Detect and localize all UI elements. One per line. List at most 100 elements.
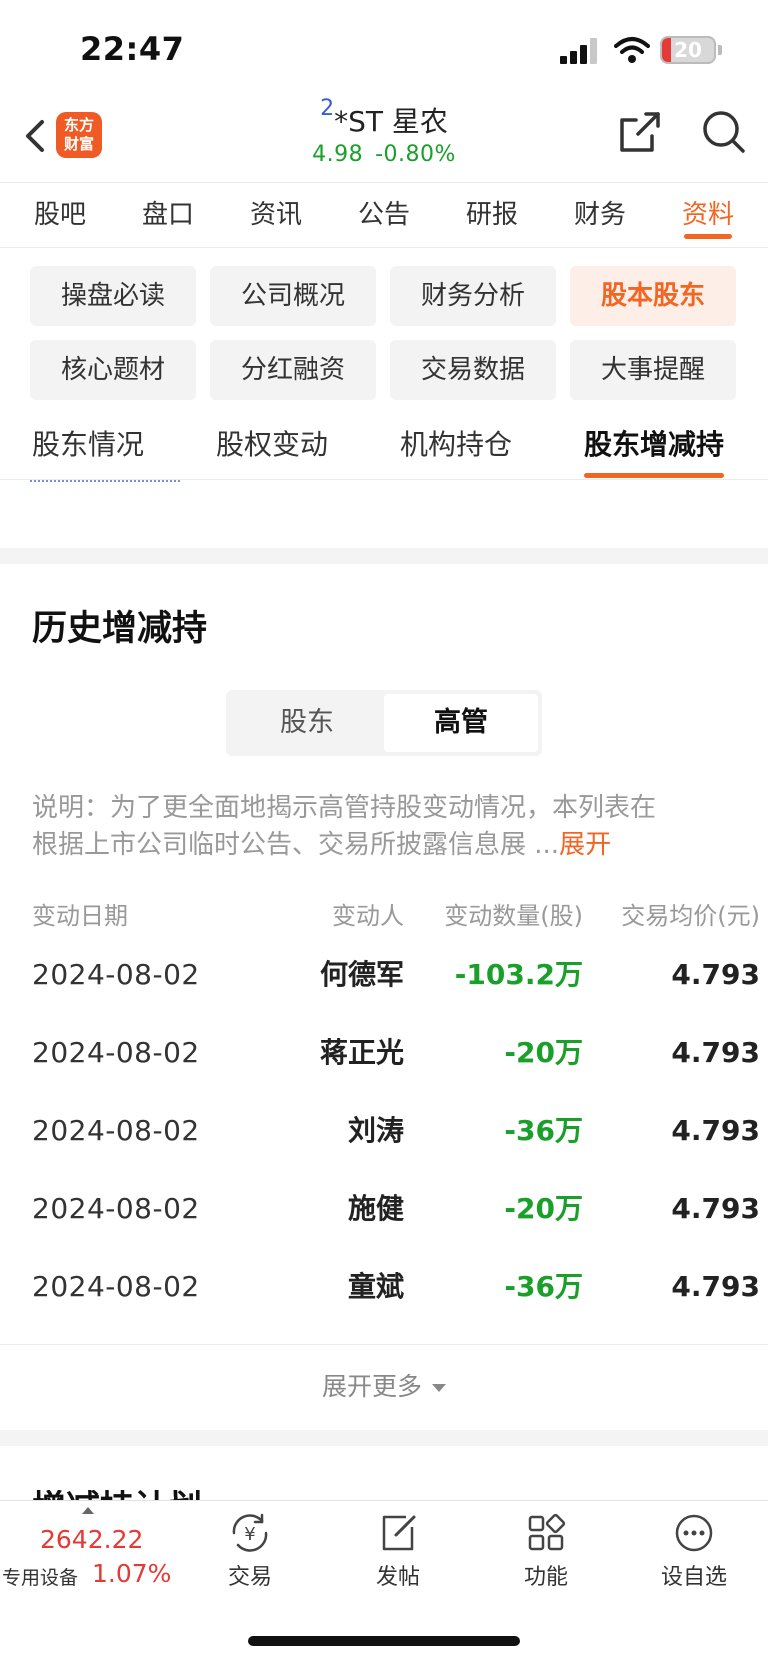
chip-dividends[interactable]: 分红融资 — [210, 340, 376, 400]
section-divider — [0, 1430, 768, 1446]
row-person: 施健 — [347, 1192, 404, 1225]
row-date: 2024-08-02 — [32, 958, 200, 991]
tab-profile[interactable]: 资料 — [654, 183, 762, 247]
stock-name: *ST 星农 — [334, 105, 448, 138]
row-person: 童斌 — [347, 1270, 404, 1303]
col-quantity: 变动数量(股) — [444, 902, 583, 930]
subtab-institutions[interactable]: 机构持仓 — [400, 410, 512, 480]
nav-add-watchlist-label: 设自选 — [660, 1565, 727, 1590]
table-row[interactable]: 2024-08-02 何德军 -103.2万 4.793 — [0, 936, 768, 1014]
logo-text-1: 东方 — [63, 116, 94, 134]
stock-quote: 4.98 -0.80% — [220, 142, 548, 167]
grid-apps-icon — [528, 1513, 566, 1551]
col-person: 变动人 — [332, 902, 404, 930]
subtab-shareholders[interactable]: 股东情况 — [32, 410, 144, 480]
nav-post[interactable]: 发帖 — [338, 1511, 458, 1591]
stock-price: 4.98 — [312, 142, 364, 167]
search-icon[interactable] — [700, 108, 748, 156]
status-time: 22:47 — [80, 30, 185, 68]
expand-description-link[interactable]: 展开 — [559, 830, 611, 860]
caret-down-icon — [432, 1384, 446, 1392]
row-price: 4.793 — [671, 1192, 760, 1225]
nav-post-label: 发帖 — [375, 1565, 420, 1590]
yen-exchange-icon: ¥ — [232, 1513, 268, 1552]
cellular-signal-icon — [560, 38, 600, 64]
description-line-1: 说明：为了更全面地揭示高管持股变动情况，本列表在 — [32, 793, 657, 823]
chip-events[interactable]: 大事提醒 — [570, 340, 736, 400]
chip-trading-data[interactable]: 交易数据 — [390, 340, 556, 400]
svg-text:¥: ¥ — [244, 1524, 255, 1545]
stock-change: -0.80% — [375, 142, 456, 167]
stock-badge: 2 — [320, 96, 335, 121]
table-row[interactable]: 2024-08-02 施健 -20万 4.793 — [0, 1170, 768, 1248]
nav-functions[interactable]: 功能 — [486, 1511, 606, 1591]
col-price: 交易均价(元) — [621, 902, 760, 930]
main-tab-bar: 股吧 盘口 资讯 公告 研报 财务 资料 — [0, 182, 768, 248]
row-date: 2024-08-02 — [32, 1036, 200, 1069]
battery-tip — [718, 45, 722, 55]
sector-index-value: 2642.22 — [40, 1525, 144, 1554]
tab-guba[interactable]: 股吧 — [6, 183, 114, 247]
expand-up-icon — [82, 1507, 94, 1514]
row-person: 蒋正光 — [319, 1036, 404, 1069]
subtab-equity-change[interactable]: 股权变动 — [216, 410, 328, 480]
subtab-holding-changes[interactable]: 股东增减持 — [584, 410, 725, 480]
sector-index-widget[interactable]: 2642.22 专用设备 1.07% — [0, 1501, 176, 1601]
description-line-2: 根据上市公司临时公告、交易所披露信息展 ... — [32, 830, 560, 860]
nav-functions-label: 功能 — [523, 1565, 568, 1590]
row-price: 4.793 — [671, 1270, 760, 1303]
row-quantity: -36万 — [504, 1270, 583, 1303]
sub-tab-bar: 股东情况 股权变动 机构持仓 股东增减持 — [0, 410, 768, 480]
row-person: 刘涛 — [347, 1114, 404, 1147]
row-price: 4.793 — [671, 1114, 760, 1147]
more-dots-icon — [675, 1514, 713, 1552]
row-date: 2024-08-02 — [32, 1192, 200, 1225]
home-indicator[interactable] — [248, 1636, 520, 1646]
battery-level: 20 — [674, 38, 702, 62]
segment-control: 股东 高管 — [226, 690, 542, 756]
section-divider — [0, 548, 768, 564]
wifi-icon — [614, 37, 650, 63]
chip-trading-guide[interactable]: 操盘必读 — [30, 266, 196, 326]
section-title: 历史增减持 — [32, 609, 208, 649]
expand-more-button[interactable]: 展开更多 — [0, 1344, 768, 1430]
segment-shareholders[interactable]: 股东 — [230, 694, 384, 752]
col-date: 变动日期 — [32, 902, 128, 930]
status-bar: 22:47 20 — [0, 0, 768, 100]
nav-add-watchlist[interactable]: 设自选 — [634, 1511, 754, 1591]
tab-research[interactable]: 研报 — [438, 183, 546, 247]
stock-title-block[interactable]: 2*ST 星农 4.98 -0.80% — [220, 96, 548, 167]
tab-news[interactable]: 资讯 — [222, 183, 330, 247]
category-chips: 操盘必读 公司概况 财务分析 股本股东 核心题材 分红融资 交易数据 大事提醒 — [30, 266, 738, 400]
stock-header: 东方 财富 2*ST 星农 4.98 -0.80% — [0, 96, 768, 180]
sector-name: 专用设备 — [2, 1567, 79, 1589]
table-row[interactable]: 2024-08-02 刘涛 -36万 4.793 — [0, 1092, 768, 1170]
nav-trade-label: 交易 — [227, 1565, 272, 1590]
sector-change: 1.07% — [92, 1559, 172, 1588]
tab-announcements[interactable]: 公告 — [330, 183, 438, 247]
row-quantity: -36万 — [504, 1114, 583, 1147]
table-row[interactable]: 2024-08-02 蒋正光 -20万 4.793 — [0, 1014, 768, 1092]
tab-pankou[interactable]: 盘口 — [114, 183, 222, 247]
chip-financial-analysis[interactable]: 财务分析 — [390, 266, 556, 326]
chip-company-overview[interactable]: 公司概况 — [210, 266, 376, 326]
table-row[interactable]: 2024-08-02 童斌 -36万 4.793 — [0, 1248, 768, 1326]
back-arrow-icon[interactable] — [20, 116, 50, 156]
app-logo[interactable]: 东方 财富 — [56, 112, 102, 158]
chip-share-capital[interactable]: 股本股东 — [570, 266, 736, 326]
nav-trade[interactable]: ¥ 交易 — [190, 1511, 310, 1591]
tab-finance[interactable]: 财务 — [546, 183, 654, 247]
row-date: 2024-08-02 — [32, 1270, 200, 1303]
chip-core-themes[interactable]: 核心题材 — [30, 340, 196, 400]
row-date: 2024-08-02 — [32, 1114, 200, 1147]
row-price: 4.793 — [671, 958, 760, 991]
row-quantity: -20万 — [504, 1036, 583, 1069]
table-header: 变动日期 变动人 变动数量(股) 交易均价(元) — [0, 896, 768, 936]
row-price: 4.793 — [671, 1036, 760, 1069]
battery-icon: 20 — [660, 36, 716, 64]
segment-executives[interactable]: 高管 — [384, 694, 538, 752]
row-quantity: -20万 — [504, 1192, 583, 1225]
share-icon[interactable] — [616, 108, 664, 156]
row-quantity: -103.2万 — [454, 958, 583, 991]
row-person: 何德军 — [319, 958, 404, 991]
